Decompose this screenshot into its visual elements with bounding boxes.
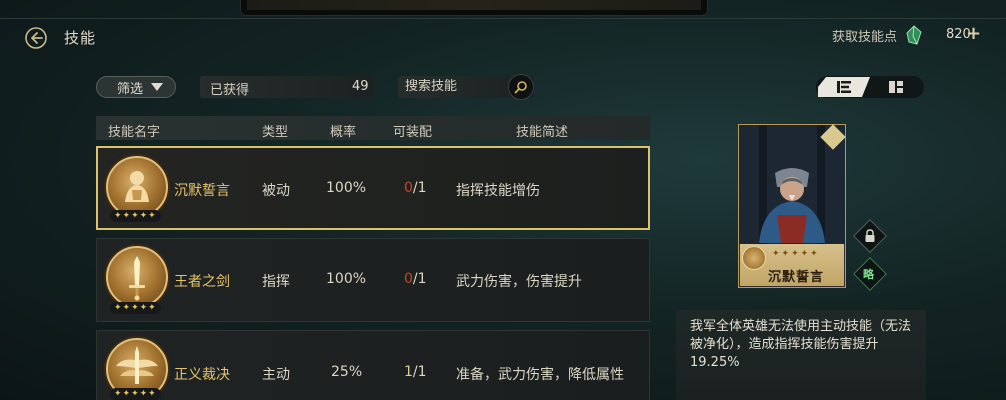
card-skill-name: 沉默誓言 [768,270,825,285]
skill-summary: 准备，武力伤害，降低属性 [456,367,624,383]
skill-name: 正义裁决 [174,367,230,383]
grid-view-icon [889,81,903,93]
column-header-rate: 概率 [330,125,357,140]
equip-current: 1 [404,364,413,380]
grid-view-button[interactable] [874,77,918,97]
header-divider [0,18,1006,19]
column-header-equippable: 可装配 [393,125,433,140]
owned-label: 已获得 [210,83,250,98]
add-points-button[interactable]: + [966,23,981,44]
equip-total: /1 [412,364,427,380]
skill-type: 指挥 [262,274,290,290]
skill-rate: 25% [331,364,363,380]
skill-summary: 指挥技能增伤 [456,183,540,199]
skill-summary: 武力伤害，伤害提升 [456,274,582,290]
card-skill-avatar [742,246,766,270]
back-button[interactable] [24,26,48,50]
skill-type: 主动 [262,367,290,383]
skill-name: 沉默誓言 [174,183,230,199]
warrior-portrait-icon [106,156,168,218]
skill-rate: 100% [326,271,367,287]
filter-label: 筛选 [117,81,144,97]
search-icon [514,81,527,94]
column-header-summary: 技能简述 [516,125,569,140]
caret-down-icon [151,83,164,91]
top-video-strip [240,0,708,16]
search-button[interactable] [508,74,534,100]
skill-equip-count: 1/1 [404,364,427,380]
skill-star-rating: ✦✦✦✦✦ [110,302,161,314]
equip-total: /1 [412,271,427,287]
lock-icon [862,228,878,244]
strategy-label: 略 [863,268,874,281]
green-gem-icon [905,25,923,45]
owned-count: 49 [352,79,369,94]
skill-star-rating: ✦✦✦✦✦ [110,388,161,400]
skill-rate: 100% [326,180,367,196]
equip-current: 0 [404,271,413,287]
equip-total: /1 [412,180,427,196]
equip-current: 0 [404,180,413,196]
page-title: 技能 [64,29,97,47]
skill-type: 被动 [262,183,290,199]
card-star-rating: ✦✦✦✦✦ [772,249,820,259]
skill-equip-count: 0/1 [404,180,427,196]
skill-name: 王者之剑 [174,274,230,290]
sword-icon [106,246,168,308]
skill-equip-count: 0/1 [404,271,427,287]
back-arrow-icon [25,27,47,49]
column-header-name: 技能名字 [108,125,161,140]
list-view-icon [837,81,851,93]
get-skill-points-link[interactable]: 获取技能点 [832,26,897,45]
skill-star-rating: ✦✦✦✦✦ [110,210,161,222]
column-header-type: 类型 [262,125,289,140]
skill-description: 我军全体英雄无法使用主动技能（无法被净化），造成指挥技能伤害提升19.25% [690,319,912,370]
filter-dropdown[interactable]: 筛选 [96,76,176,98]
search-input[interactable] [405,79,505,94]
list-view-button[interactable] [818,77,870,97]
